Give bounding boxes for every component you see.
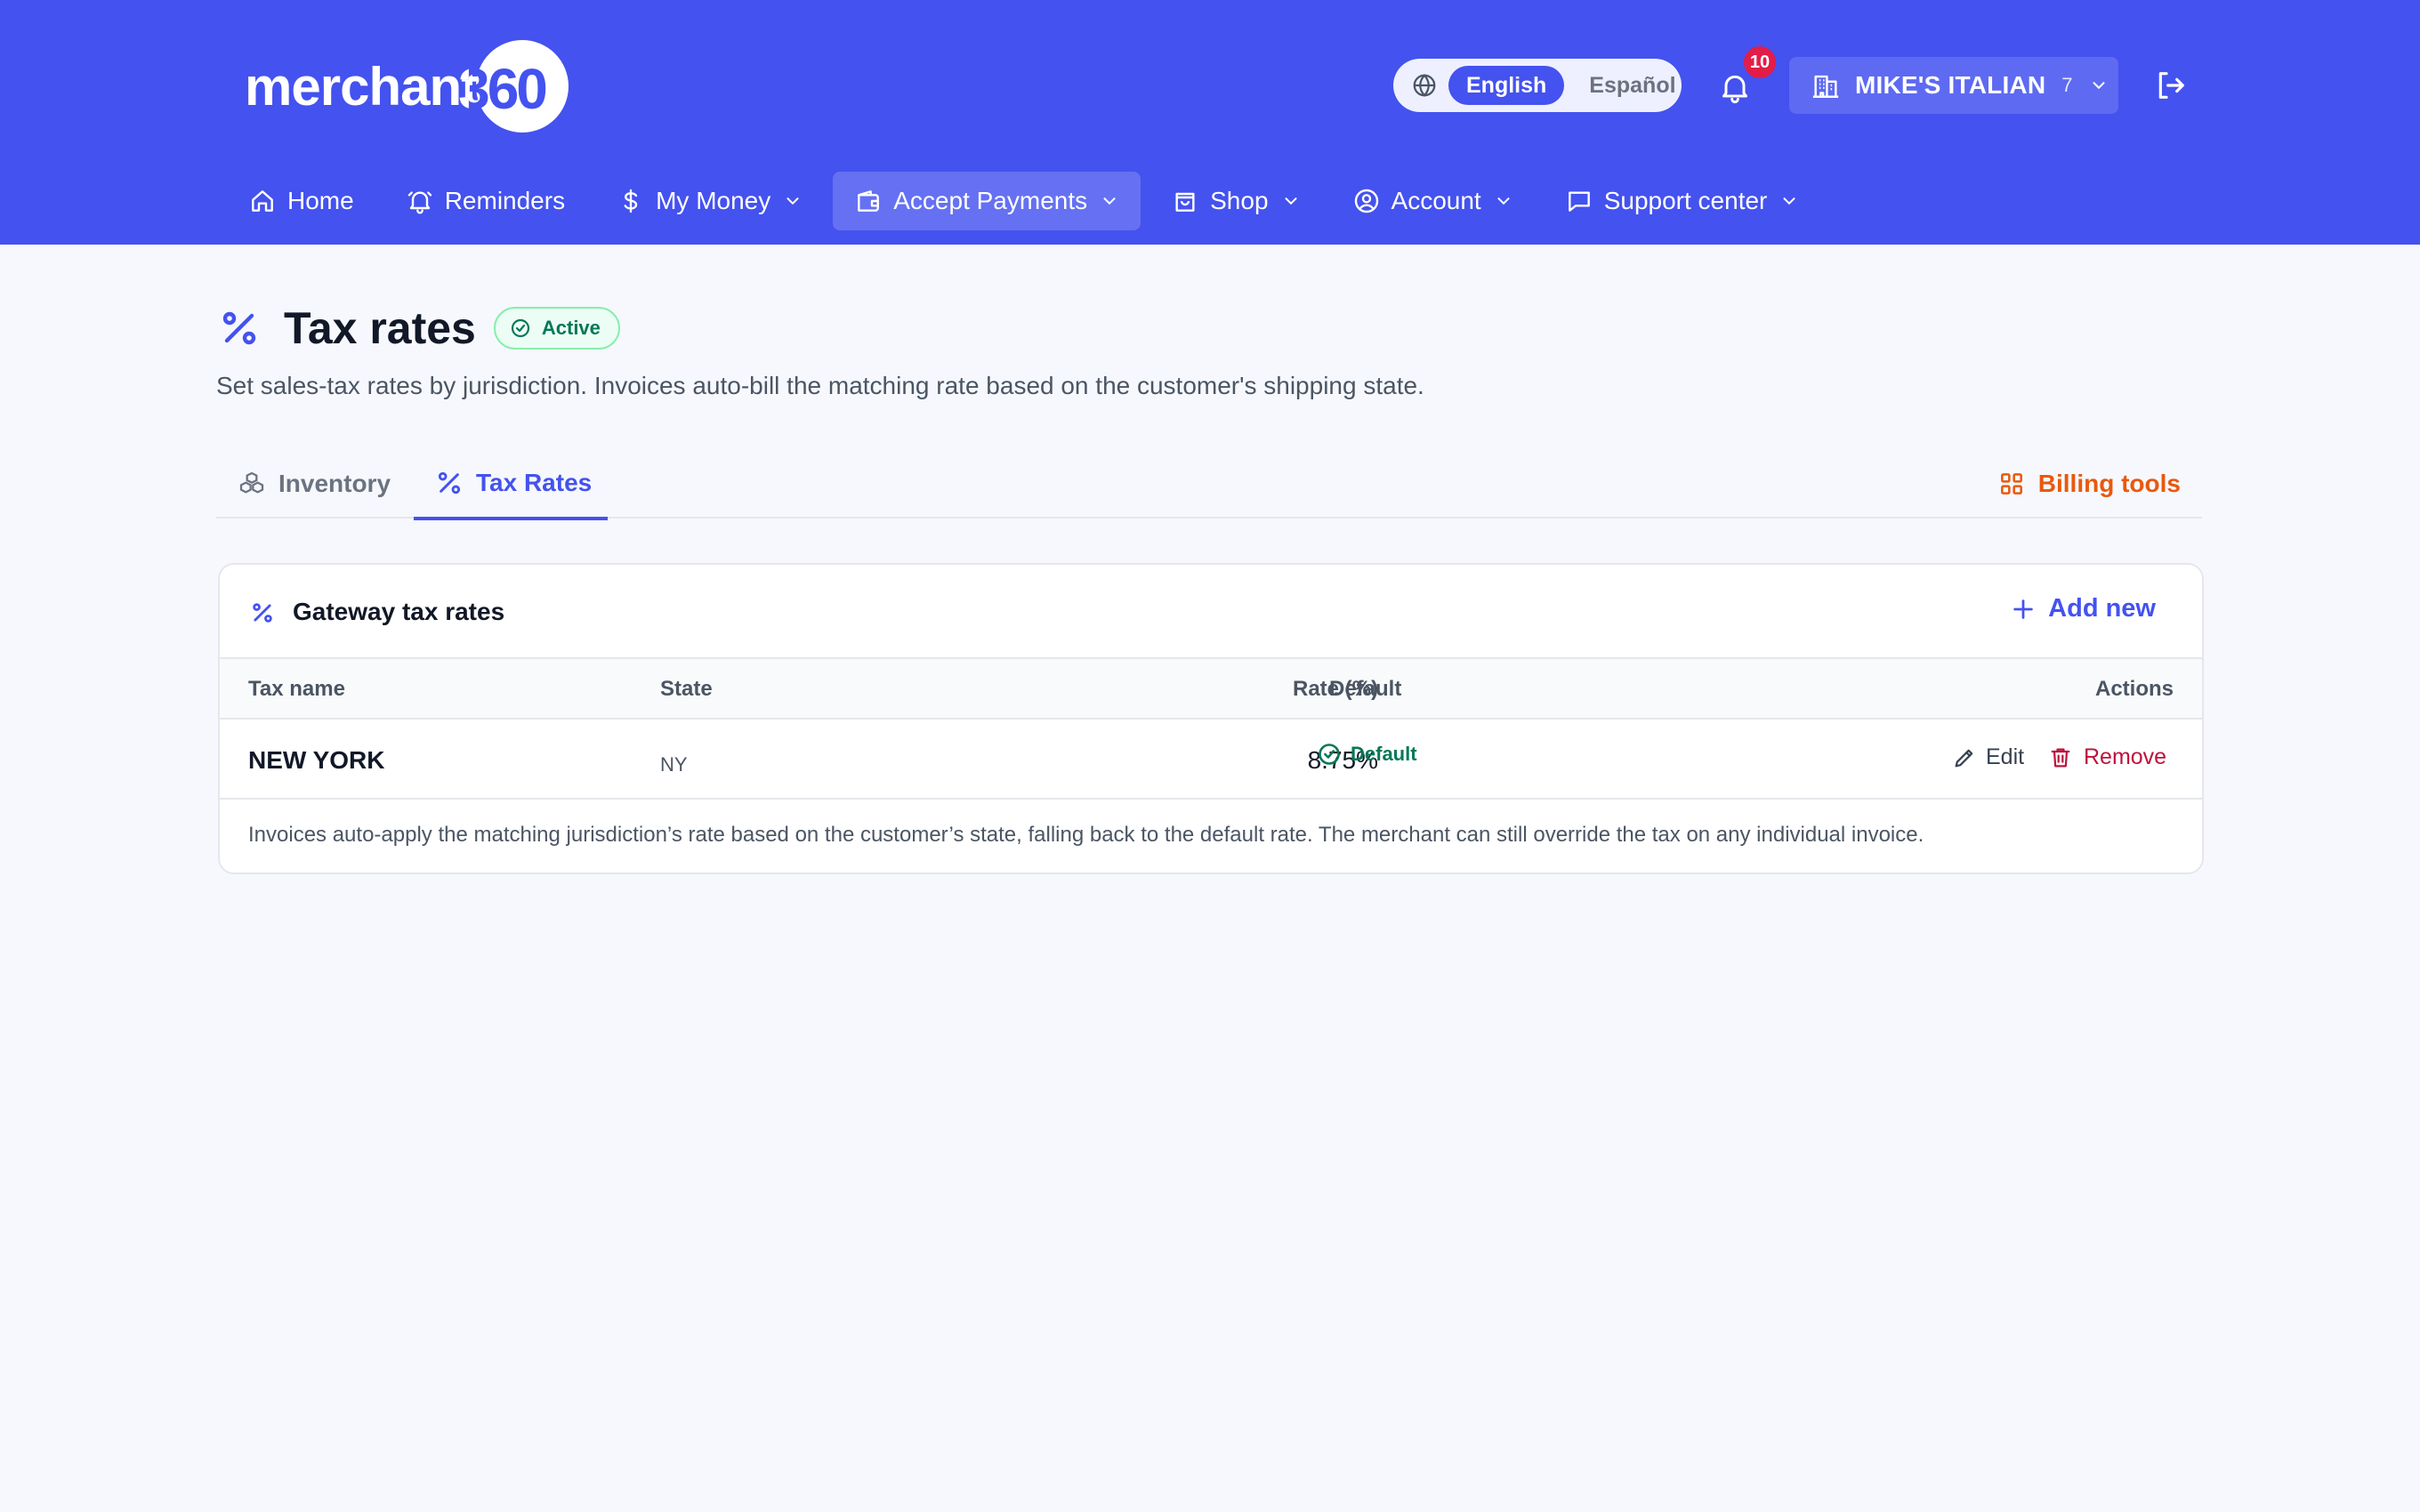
wallet-icon [858,190,880,212]
bell-icon [407,191,432,214]
store-count: 7 [2061,74,2073,96]
globe-icon [1413,74,1436,97]
edit-button[interactable]: Edit [1952,744,2024,770]
language-option-english[interactable]: English [1448,66,1565,105]
logo-number: 360 [458,57,548,121]
tab-inventory[interactable]: Inventory [238,449,391,519]
add-new-button[interactable]: Add new [2011,594,2156,623]
nav-item-reminders[interactable]: Reminders [384,172,586,230]
nav-item-label: Support center [1603,187,1768,214]
home-icon [252,190,273,212]
add-new-label: Add new [2048,594,2156,623]
user-circle-icon [1354,189,1378,213]
billing-tools-button[interactable]: Billing tools [1997,449,2181,519]
nav-item-accept-payments[interactable]: Accept Payments [833,172,1141,230]
page-title: Tax rates [284,303,476,353]
column-header-actions: Actions [2094,677,2174,701]
main-nav: Home Reminders My Money Accept Payments … [227,172,1829,230]
percent-icon [253,603,272,623]
bag-icon [1175,192,1195,212]
percent-icon [438,471,461,495]
chevron-down-icon [2093,82,2105,90]
page: merchant 360 360 English Español 10 MIKE… [0,0,2420,1512]
tax-rates-card: Gateway tax rates Add new Tax name State… [218,563,2204,874]
column-header-tax-name: Tax name [248,677,345,701]
default-label: Default [1351,743,1417,765]
edit-label: Edit [1986,744,2025,769]
page-header: Tax rates Active [218,302,620,354]
check-circle-icon [511,318,529,338]
table-row: NEW YORK NY 8.75% Default Edit Remove [220,720,2202,800]
check-circle-icon [1319,744,1340,765]
default-badge: Default [1317,742,1417,767]
store-name: MIKE'S ITALIAN [1855,71,2046,99]
trash-icon [2051,748,2070,767]
chevron-down-icon [1783,197,1795,205]
nav-item-home[interactable]: Home [227,172,375,230]
chevron-down-icon [1497,197,1510,205]
top-bar: merchant 360 360 English Español 10 MIKE… [0,0,2420,245]
remove-button[interactable]: Remove [2048,744,2166,770]
logo[interactable]: merchant 360 360 [245,37,569,135]
grid-icon [2000,473,2022,495]
chevron-down-icon [786,197,799,205]
language-option-espanol[interactable]: Español [1589,73,1675,99]
notifications-count-badge: 10 [1744,46,1776,78]
table-footnote: Invoices auto-apply the matching jurisdi… [248,823,1924,847]
nav-item-label: Accept Payments [893,187,1088,214]
language-switcher: English Español [1393,59,1682,112]
dollar-icon [624,189,638,213]
chevron-down-icon [1103,197,1116,205]
plus-icon [2013,599,2033,619]
nav-item-my-money[interactable]: My Money [595,172,824,230]
nav-item-label: My Money [656,187,771,214]
logo-360-mark: 360 360 [458,40,569,133]
chat-icon [1568,191,1590,212]
nav-item-label: Reminders [444,187,566,214]
tax-name-cell: NEW YORK [248,746,385,774]
column-header-default: Default [1329,677,1402,701]
cubes-icon [239,471,264,494]
state-cell: NY [660,753,688,776]
nav-item-label: Shop [1210,187,1269,214]
card-header: Gateway tax rates Add new [220,565,2202,659]
nav-item-label: Home [287,187,354,214]
billing-tools-label: Billing tools [2037,470,2181,497]
percent-icon [222,311,256,345]
logo-text: merchant [245,56,479,117]
tab-label: Tax Rates [476,469,593,496]
notifications-bell-icon[interactable] [1717,69,1753,105]
remove-label: Remove [2084,744,2167,769]
card-title: Gateway tax rates [293,598,505,625]
status-badge: Active [493,307,620,350]
tab-bar: Inventory Tax Rates Billing tools [216,449,2202,520]
store-switcher[interactable]: MIKE'S ITALIAN 7 [1789,57,2118,114]
tab-tax-rates[interactable]: Tax Rates [414,449,608,520]
table-header: Tax name State Rate (%) Default Actions [220,659,2202,720]
logout-icon[interactable] [2153,68,2189,103]
nav-item-label: Account [1391,187,1481,214]
page-subtitle: Set sales-tax rates by jurisdiction. Inv… [216,372,1424,399]
pencil-icon [1955,749,1973,767]
nav-item-account[interactable]: Account [1331,172,1535,230]
chevron-down-icon [1285,197,1297,205]
nav-item-support-center[interactable]: Support center [1544,172,1821,230]
tab-label: Inventory [278,470,391,497]
column-header-state: State [660,677,713,701]
status-badge-label: Active [541,317,601,339]
nav-item-shop[interactable]: Shop [1150,172,1321,230]
building-icon [1812,75,1839,98]
